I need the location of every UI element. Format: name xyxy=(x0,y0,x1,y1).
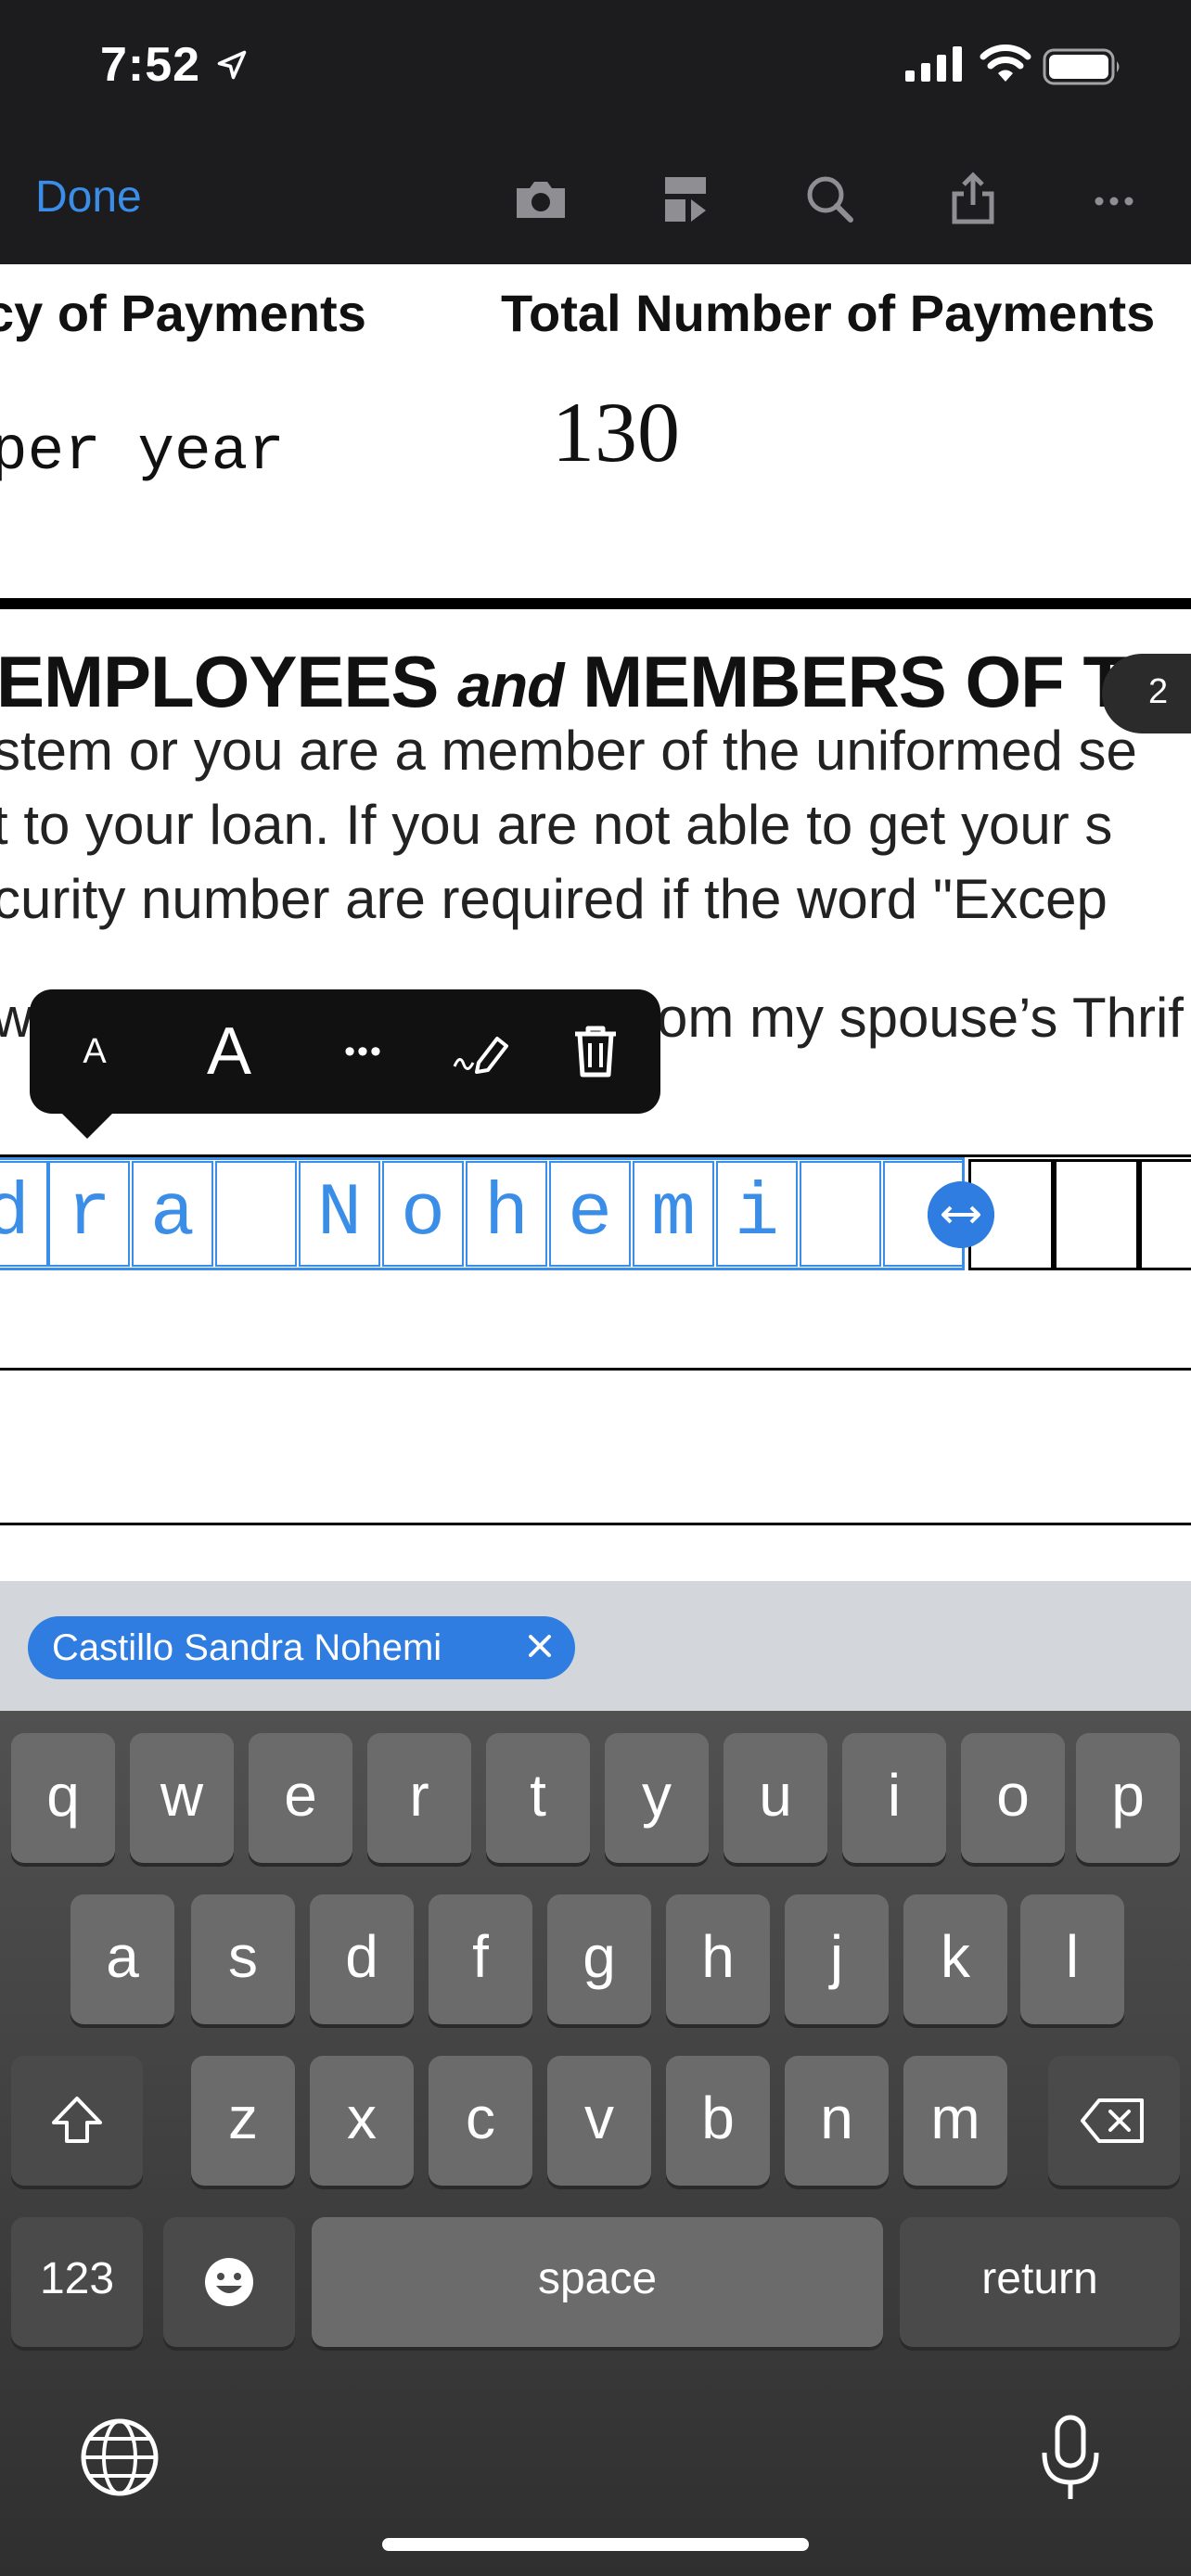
key-f[interactable]: f xyxy=(429,1894,532,2024)
total-payments-heading: Total Number of Payments xyxy=(501,284,1156,342)
key-u[interactable]: u xyxy=(724,1733,827,1863)
key-r[interactable]: r xyxy=(367,1733,471,1863)
pdf-page[interactable]: cy of Payments Total Number of Payments … xyxy=(0,264,1191,1581)
field-line xyxy=(0,1523,1191,1525)
battery-icon xyxy=(1043,48,1120,85)
comb-cell: h xyxy=(466,1161,547,1267)
comb-cell-empty[interactable] xyxy=(1139,1159,1191,1270)
globe-icon[interactable] xyxy=(78,2416,161,2499)
body-text-line: stem or you are a member of the uniforme… xyxy=(0,720,1137,782)
autofill-bar: Castillo Sandra Nohemi xyxy=(0,1581,1191,1711)
key-p[interactable]: p xyxy=(1076,1733,1180,1863)
space-key[interactable]: space xyxy=(312,2217,883,2347)
shift-icon xyxy=(52,2097,102,2143)
key-o[interactable]: o xyxy=(961,1733,1065,1863)
body-text-line: curity number are required if the word "… xyxy=(0,868,1108,930)
comb-cell: a xyxy=(132,1161,213,1267)
share-icon[interactable] xyxy=(936,162,1010,236)
key-n[interactable]: n xyxy=(785,2056,889,2186)
section-divider xyxy=(0,598,1191,609)
keyboard: q w e r t y u i o p a s d f g h j k l z … xyxy=(0,1711,1191,2576)
wifi-icon xyxy=(980,45,1031,82)
shift-key[interactable] xyxy=(11,2056,143,2186)
key-y[interactable]: y xyxy=(605,1733,709,1863)
comb-cell: N xyxy=(299,1161,380,1267)
cellular-signal-icon xyxy=(905,46,962,82)
frequency-heading: cy of Payments xyxy=(0,284,366,342)
pdf-toolbar: Done xyxy=(0,134,1191,264)
close-icon[interactable] xyxy=(519,1626,560,1666)
comb-cell: i xyxy=(716,1161,798,1267)
emoji-key[interactable] xyxy=(163,2217,295,2347)
camera-icon[interactable] xyxy=(504,162,578,236)
autofill-suggestion-label: Castillo Sandra Nohemi xyxy=(52,1627,442,1668)
comb-cell: e xyxy=(549,1161,631,1267)
key-c[interactable]: c xyxy=(429,2056,532,2186)
emoji-icon xyxy=(205,2258,253,2306)
total-payments-value[interactable]: 130 xyxy=(552,383,680,481)
trash-icon[interactable] xyxy=(549,989,642,1114)
body-text-fragment: om my spouse’s Thrif xyxy=(657,987,1184,1049)
key-b[interactable]: b xyxy=(666,2056,770,2186)
autofill-suggestion-chip[interactable]: Castillo Sandra Nohemi xyxy=(28,1616,575,1679)
key-s[interactable]: s xyxy=(191,1894,295,2024)
annotation-toolbar-pointer xyxy=(59,1111,115,1139)
comb-cell-empty[interactable] xyxy=(1054,1159,1139,1270)
decrease-font-button[interactable]: A xyxy=(58,989,132,1114)
key-v[interactable]: v xyxy=(547,2056,651,2186)
return-key[interactable]: return xyxy=(900,2217,1180,2347)
increase-font-button[interactable]: A xyxy=(178,989,280,1114)
key-a[interactable]: a xyxy=(70,1894,174,2024)
frequency-value[interactable]: per year xyxy=(0,417,285,487)
signature-pen-icon[interactable] xyxy=(429,989,540,1114)
key-l[interactable]: l xyxy=(1020,1894,1124,2024)
comb-cell: r xyxy=(48,1161,130,1267)
key-e[interactable]: e xyxy=(249,1733,352,1863)
key-i[interactable]: i xyxy=(842,1733,946,1863)
key-k[interactable]: k xyxy=(903,1894,1007,2024)
comb-cell: o xyxy=(382,1161,464,1267)
numbers-key[interactable]: 123 xyxy=(11,2217,143,2347)
comb-cell xyxy=(215,1161,297,1267)
body-text-line: t to your loan. If you are not able to g… xyxy=(0,794,1113,856)
key-j[interactable]: j xyxy=(785,1894,889,2024)
comb-cell xyxy=(800,1161,881,1267)
comb-cell: d xyxy=(0,1161,48,1267)
key-w[interactable]: w xyxy=(130,1733,234,1863)
page-indicator[interactable]: 2 xyxy=(1102,654,1191,733)
backspace-key[interactable] xyxy=(1048,2056,1180,2186)
done-button[interactable]: Done xyxy=(35,172,142,223)
annotation-toolbar: A A ••• xyxy=(30,989,660,1114)
status-time: 7:52 xyxy=(100,38,201,92)
key-x[interactable]: x xyxy=(310,2056,414,2186)
key-z[interactable]: z xyxy=(191,2056,295,2186)
key-t[interactable]: t xyxy=(486,1733,590,1863)
home-indicator[interactable] xyxy=(382,2538,809,2551)
microphone-icon[interactable] xyxy=(1031,2412,1109,2505)
comb-cell: m xyxy=(633,1161,714,1267)
field-line xyxy=(0,1368,1191,1371)
search-icon[interactable] xyxy=(793,162,867,236)
key-q[interactable]: q xyxy=(11,1733,115,1863)
more-icon[interactable] xyxy=(1077,162,1151,236)
key-d[interactable]: d xyxy=(310,1894,414,2024)
location-arrow-icon xyxy=(217,50,247,80)
more-options-button[interactable]: ••• xyxy=(308,989,419,1114)
key-m[interactable]: m xyxy=(903,2056,1007,2186)
resize-handle-icon[interactable] xyxy=(928,1181,994,1248)
backspace-icon xyxy=(1081,2098,1144,2143)
status-bar: 7:52 xyxy=(0,0,1191,134)
page-layout-icon[interactable] xyxy=(648,162,723,236)
key-h[interactable]: h xyxy=(666,1894,770,2024)
key-g[interactable]: g xyxy=(547,1894,651,2024)
section-heading: EMPLOYEES and MEMBERS OF THE UN xyxy=(0,641,1191,722)
